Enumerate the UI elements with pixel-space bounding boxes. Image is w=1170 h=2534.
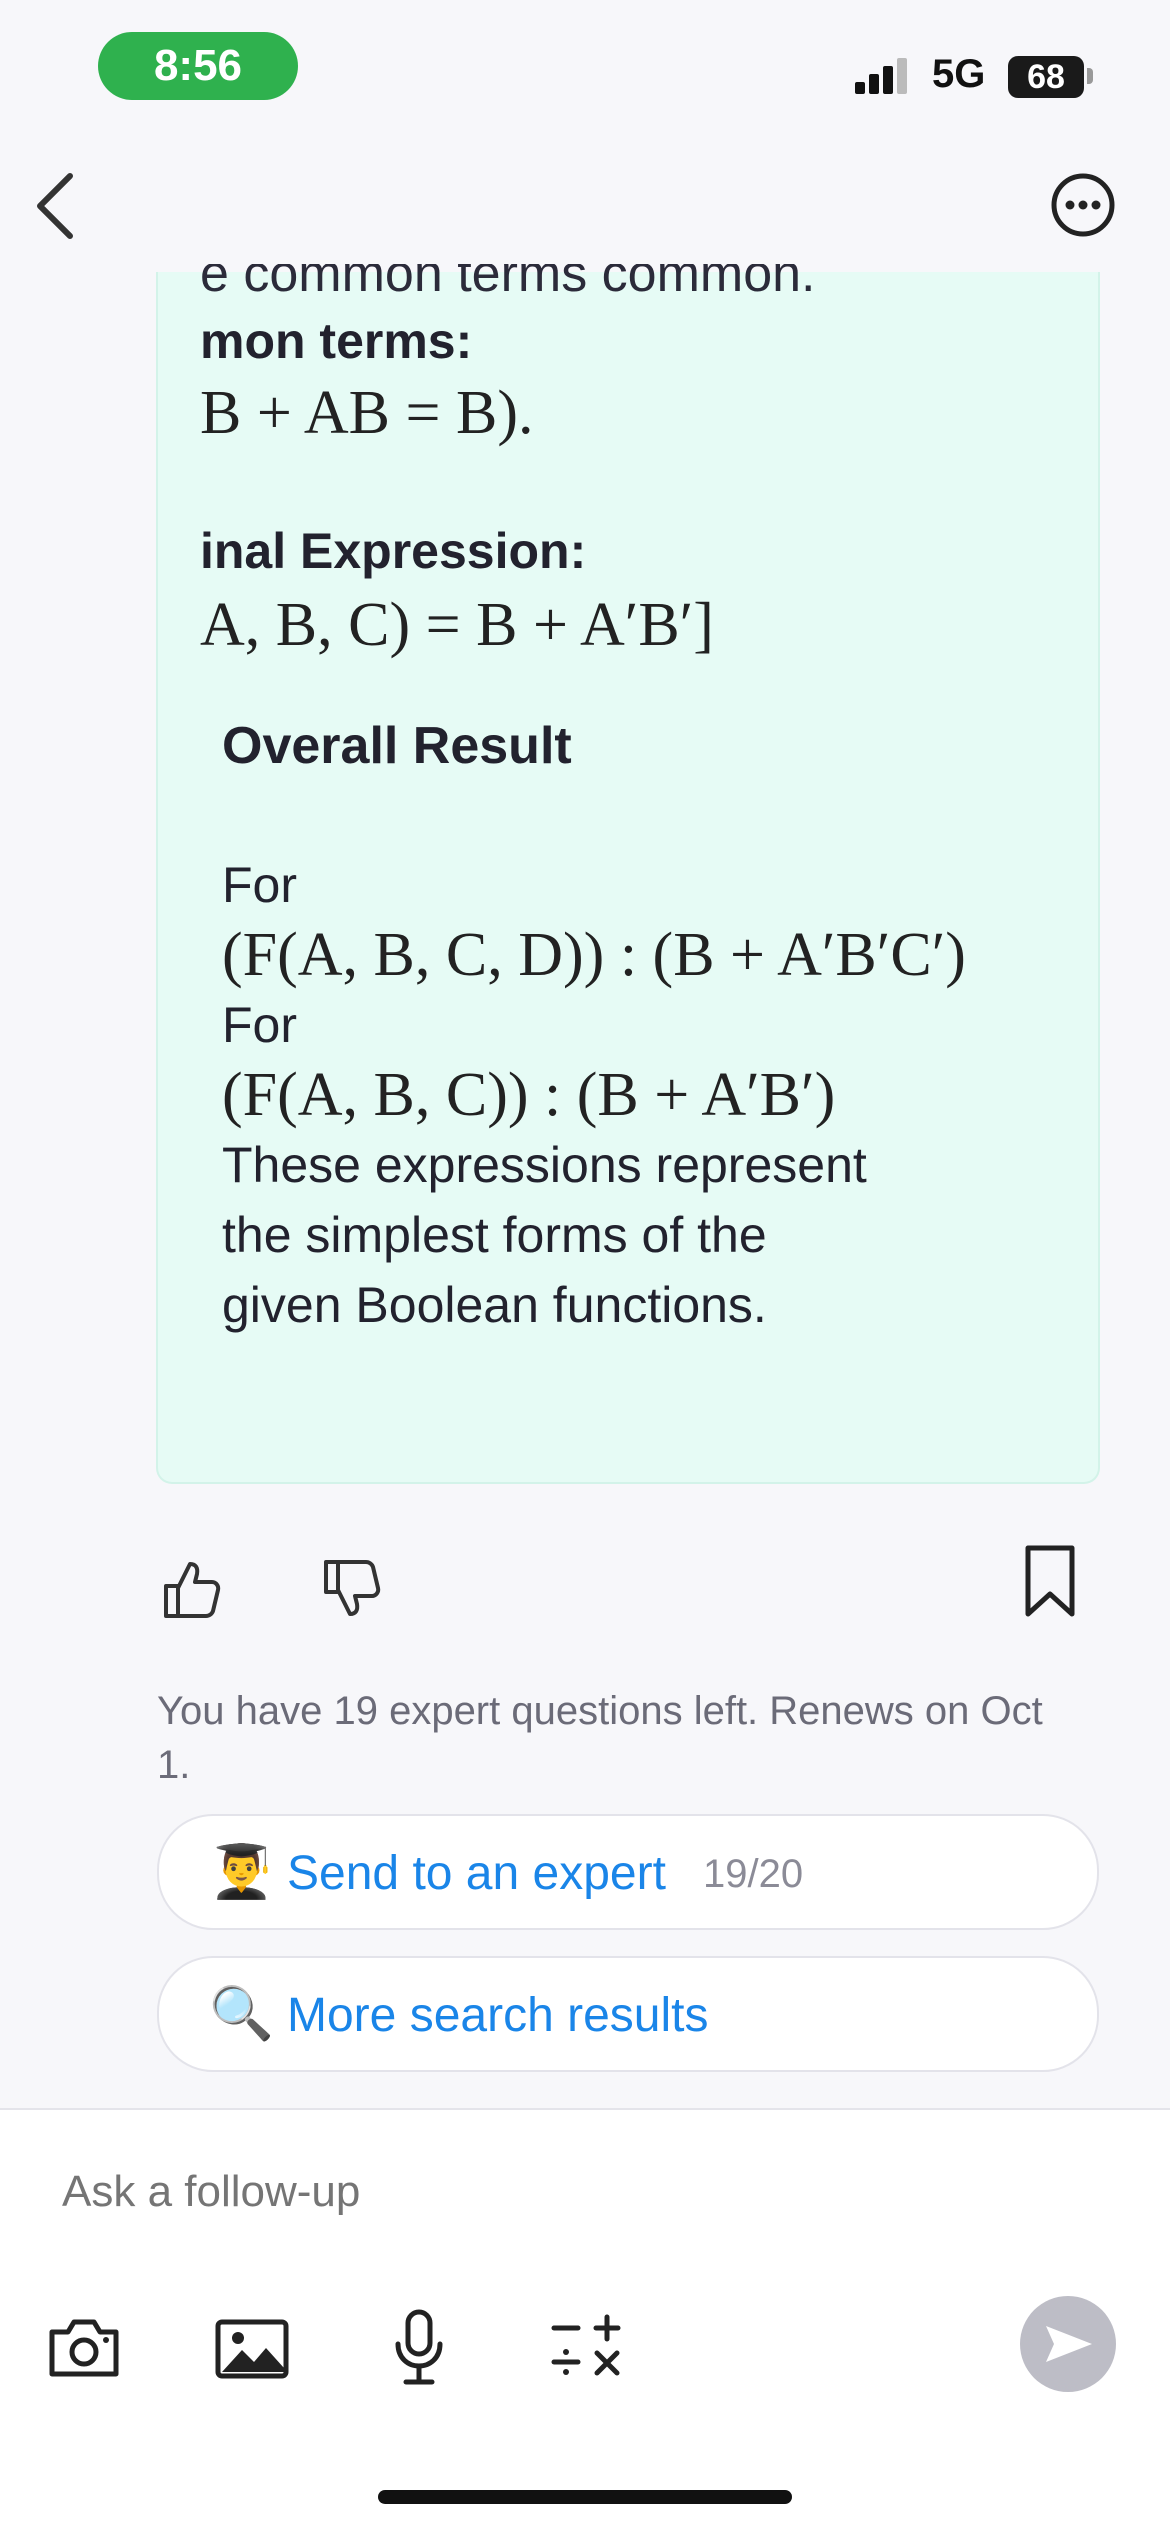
common-terms-math: B + AB = B). <box>200 379 534 447</box>
status-bar: 8:56 5G 68 <box>0 0 1170 140</box>
bookmark-icon[interactable] <box>1022 1544 1078 1620</box>
magnifier-icon: 🔍 <box>209 1985 274 2043</box>
send-to-expert-label: Send to an expert <box>287 1847 666 1900</box>
final-expression-math: A, B, C) = B + A′B′] <box>200 591 714 659</box>
common-terms-heading: mon terms: <box>200 313 473 369</box>
send-button[interactable] <box>1020 2296 1116 2392</box>
back-chevron-icon[interactable] <box>28 168 88 244</box>
expert-count-badge: 19/20 <box>703 1852 804 1896</box>
thumbs-up-icon[interactable] <box>158 1556 224 1622</box>
network-type: 5G <box>932 52 986 96</box>
math-operators-icon[interactable] <box>548 2312 622 2386</box>
status-time: 8:56 <box>98 32 298 100</box>
final-expression-heading: inal Expression: <box>200 523 587 579</box>
student-icon: 👨‍🎓 <box>209 1843 274 1901</box>
battery-tip <box>1087 68 1093 84</box>
send-to-expert-button[interactable]: 👨‍🎓 Send to an expert 19/20 <box>157 1814 1099 1930</box>
home-indicator <box>378 2490 792 2504</box>
signal-icon <box>855 58 907 94</box>
for-label-2: For <box>222 997 297 1053</box>
microphone-icon[interactable] <box>392 2308 446 2388</box>
composer-bar <box>0 2108 1170 2534</box>
for-label-1: For <box>222 857 297 913</box>
more-options-icon[interactable] <box>1050 172 1116 238</box>
send-arrow-icon <box>1046 2326 1092 2362</box>
image-icon[interactable] <box>214 2318 290 2380</box>
expert-quota-text: You have 19 expert questions left. Renew… <box>157 1689 1043 1787</box>
summary-line: the simplest forms of the <box>222 1207 767 1263</box>
expression-3var: (F(A, B, C)) : (B + A′B′) <box>222 1061 836 1129</box>
cut-text-line: e common terms common. <box>200 245 816 303</box>
more-search-results-label: More search results <box>287 1989 709 2042</box>
battery-level: 68 <box>1008 56 1084 98</box>
camera-icon[interactable] <box>46 2316 122 2380</box>
overall-result-title: Overall Result <box>222 717 572 775</box>
follow-up-input[interactable] <box>60 2166 964 2218</box>
summary-line: given Boolean functions. <box>222 1277 767 1333</box>
summary-line: These expressions represent <box>222 1137 867 1193</box>
expression-4var: (F(A, B, C, D)) : (B + A′B′C′) <box>222 921 966 989</box>
thumbs-down-icon[interactable] <box>318 1556 384 1622</box>
more-search-results-button[interactable]: 🔍 More search results <box>157 1956 1099 2072</box>
